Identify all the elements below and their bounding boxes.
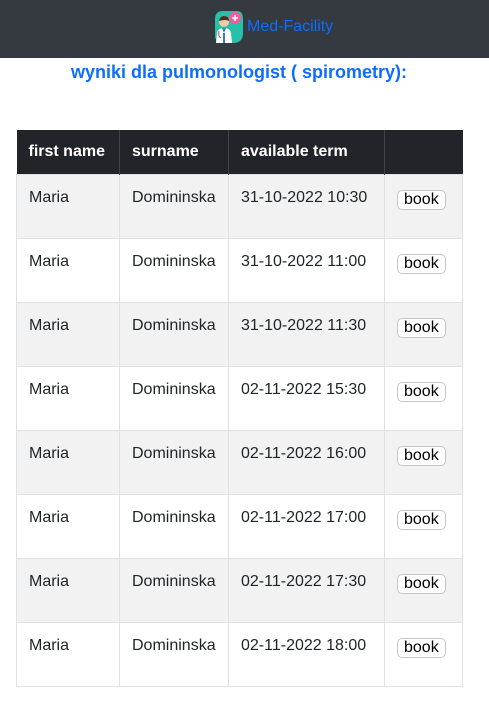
- cell-action: book: [384, 621, 463, 687]
- header-available-term: available term: [228, 130, 385, 174]
- brand-name[interactable]: Med-Facility: [247, 19, 333, 35]
- book-button[interactable]: book: [397, 253, 446, 274]
- cell-term: 31-10-2022 11:00: [228, 237, 385, 303]
- cell-action: book: [384, 429, 463, 495]
- book-button[interactable]: book: [397, 189, 446, 210]
- results-table: first name surname available term Maria …: [16, 130, 463, 687]
- header-first-name: first name: [16, 130, 120, 174]
- cell-surname: Domininska: [119, 365, 229, 431]
- cell-first-name: Maria: [16, 621, 120, 687]
- cell-surname: Domininska: [119, 557, 229, 623]
- cell-term: 02-11-2022 15:30: [228, 365, 385, 431]
- book-button[interactable]: book: [397, 381, 446, 402]
- cell-first-name: Maria: [16, 493, 120, 559]
- table-row: Maria Domininska 02-11-2022 18:00 book: [16, 621, 463, 687]
- cell-first-name: Maria: [16, 173, 120, 239]
- cell-action: book: [384, 365, 463, 431]
- cell-action: book: [384, 173, 463, 239]
- table-header-row: first name surname available term: [16, 130, 463, 174]
- cell-action: book: [384, 557, 463, 623]
- cell-action: book: [384, 301, 463, 367]
- cell-first-name: Maria: [16, 429, 120, 495]
- cell-surname: Domininska: [119, 237, 229, 303]
- cell-first-name: Maria: [16, 301, 120, 367]
- cell-first-name: Maria: [16, 557, 120, 623]
- cell-surname: Domininska: [119, 173, 229, 239]
- cell-term: 02-11-2022 17:00: [228, 493, 385, 559]
- doctor-logo-icon: [215, 11, 243, 43]
- cell-first-name: Maria: [16, 237, 120, 303]
- cell-first-name: Maria: [16, 365, 120, 431]
- cell-term: 31-10-2022 10:30: [228, 173, 385, 239]
- cell-term: 02-11-2022 18:00: [228, 621, 385, 687]
- book-button[interactable]: book: [397, 317, 446, 338]
- cell-term: 02-11-2022 16:00: [228, 429, 385, 495]
- cell-term: 02-11-2022 17:30: [228, 557, 385, 623]
- book-button[interactable]: book: [397, 445, 446, 466]
- table-row: Maria Domininska 02-11-2022 17:00 book: [16, 493, 463, 559]
- table-row: Maria Domininska 31-10-2022 10:30 book: [16, 173, 463, 239]
- table-row: Maria Domininska 31-10-2022 11:30 book: [16, 301, 463, 367]
- header-surname: surname: [119, 130, 229, 174]
- page-title: wyniki dla pulmonologist ( spirometry):: [70, 62, 408, 82]
- book-button[interactable]: book: [397, 573, 446, 594]
- book-button[interactable]: book: [397, 637, 446, 658]
- cell-surname: Domininska: [119, 621, 229, 687]
- brand-link[interactable]: Med-Facility: [211, 8, 333, 46]
- cell-action: book: [384, 237, 463, 303]
- cell-surname: Domininska: [119, 429, 229, 495]
- table-row: Maria Domininska 02-11-2022 16:00 book: [16, 429, 463, 495]
- table-row: Maria Domininska 31-10-2022 11:00 book: [16, 237, 463, 303]
- book-button[interactable]: book: [397, 509, 446, 530]
- header-action: [384, 130, 463, 174]
- cell-action: book: [384, 493, 463, 559]
- table-row: Maria Domininska 02-11-2022 15:30 book: [16, 365, 463, 431]
- cell-surname: Domininska: [119, 493, 229, 559]
- table-row: Maria Domininska 02-11-2022 17:30 book: [16, 557, 463, 623]
- cell-surname: Domininska: [119, 301, 229, 367]
- cell-term: 31-10-2022 11:30: [228, 301, 385, 367]
- navbar: Med-Facility: [0, 0, 489, 58]
